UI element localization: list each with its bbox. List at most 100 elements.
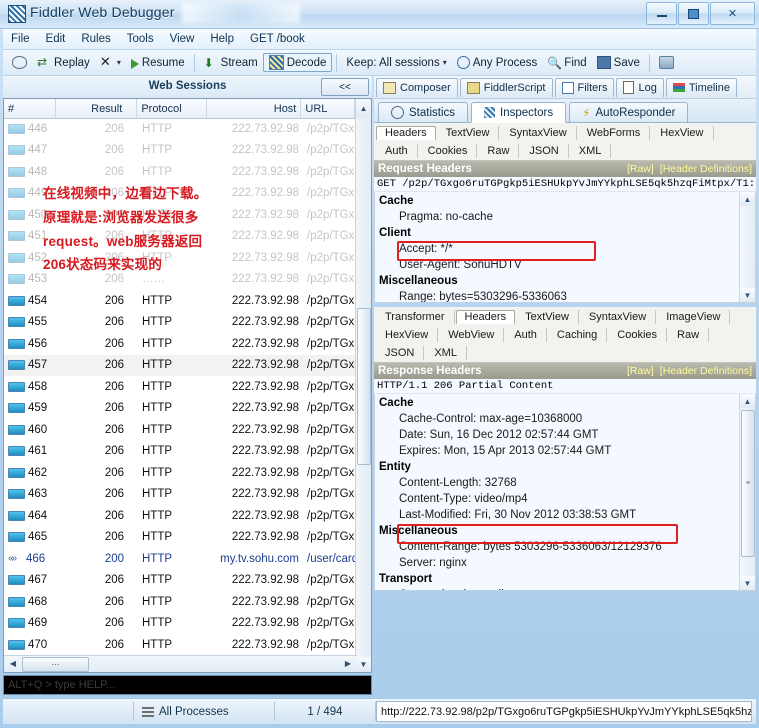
request-tab-xml[interactable]: XML <box>570 144 612 158</box>
response-header-item[interactable]: Server: nginx <box>375 555 755 571</box>
scroll-right-icon[interactable]: ▶ <box>341 657 355 670</box>
response-tab-caching[interactable]: Caching <box>548 328 607 342</box>
request-raw-link[interactable]: [Raw] <box>627 163 654 175</box>
response-scrollbar-thumb[interactable]: ≡ <box>741 410 755 557</box>
all-processes-cell[interactable]: All Processes <box>134 702 274 721</box>
sessions-horizontal-scrollbar[interactable]: ◀ ⋯ ▶ <box>4 655 357 672</box>
table-row[interactable]: 463206HTTP222.73.92.98/p2p/TGx <box>4 484 357 506</box>
collapse-button[interactable]: << <box>321 78 369 96</box>
response-header-item[interactable]: Connection: keep-alive <box>375 587 755 591</box>
menu-item-help[interactable]: Help <box>202 31 242 47</box>
tab-autoresponder[interactable]: ⚡ AutoResponder <box>569 102 688 122</box>
response-header-item[interactable]: Content-Length: 32768 <box>375 475 755 491</box>
column-header-url[interactable]: URL <box>301 99 355 118</box>
table-row[interactable]: 447206HTTP222.73.92.98/p2p/TGx <box>4 140 357 162</box>
response-tab-xml[interactable]: XML <box>425 346 467 360</box>
request-header-item[interactable]: User-Agent: SohuHDTV <box>375 257 755 273</box>
tab-statistics[interactable]: Statistics <box>378 102 468 122</box>
replay-button[interactable]: ⇄ Replay <box>32 55 95 71</box>
column-header-num[interactable]: # <box>4 99 56 118</box>
minimize-button[interactable] <box>646 2 677 25</box>
request-tab-hexview[interactable]: HexView <box>651 126 713 140</box>
hscrollbar-thumb[interactable]: ⋯ <box>22 657 89 672</box>
keep-sessions-dropdown[interactable]: Keep: All sessions ▾ <box>341 56 451 70</box>
save-button[interactable]: Save <box>592 55 645 70</box>
response-header-item[interactable]: Content-Range: bytes 5303296-5336063/121… <box>375 539 755 555</box>
maximize-button[interactable] <box>678 2 709 25</box>
menu-item-rules[interactable]: Rules <box>73 31 118 47</box>
table-row[interactable]: 455206HTTP222.73.92.98/p2p/TGx <box>4 312 357 334</box>
response-header-item[interactable]: Last-Modified: Fri, 30 Nov 2012 03:38:53… <box>375 507 755 523</box>
response-tab-cookies[interactable]: Cookies <box>608 328 667 342</box>
response-tab-transformer[interactable]: Transformer <box>376 310 455 324</box>
response-header-item[interactable]: Date: Sun, 16 Dec 2012 02:57:44 GMT <box>375 427 755 443</box>
stream-button[interactable]: ⬇ Stream <box>199 55 263 71</box>
table-row[interactable]: 458206HTTP222.73.92.98/p2p/TGx <box>4 376 357 398</box>
table-row[interactable]: 469206HTTP222.73.92.98/p2p/TGx <box>4 613 357 635</box>
request-tab-webforms[interactable]: WebForms <box>578 126 651 140</box>
resume-button[interactable]: Resume <box>126 56 190 70</box>
table-row[interactable]: 462206HTTP222.73.92.98/p2p/TGx <box>4 462 357 484</box>
table-row[interactable]: 459206HTTP222.73.92.98/p2p/TGx <box>4 398 357 420</box>
table-row[interactable]: «»466200HTTPmy.tv.sohu.com/user/card <box>4 548 357 570</box>
tab-timeline[interactable]: Timeline <box>666 78 737 97</box>
comment-button[interactable] <box>7 55 32 70</box>
menu-item-file[interactable]: File <box>3 31 38 47</box>
request-tab-raw[interactable]: Raw <box>478 144 519 158</box>
sessions-vertical-scrollbar[interactable]: ▼ <box>355 118 371 672</box>
column-header-host[interactable]: Host <box>207 99 301 118</box>
request-scroll-down-icon[interactable]: ▼ <box>740 288 755 302</box>
table-row[interactable]: 446206HTTP222.73.92.98/p2p/TGx <box>4 118 357 140</box>
table-row[interactable]: 468206HTTP222.73.92.98/p2p/TGx <box>4 591 357 613</box>
table-row[interactable]: 453206……222.73.92.98/p2p/TGx <box>4 269 357 291</box>
request-tab-json[interactable]: JSON <box>520 144 568 158</box>
response-tab-syntaxview[interactable]: SyntaxView <box>580 310 656 324</box>
request-header-item[interactable]: Accept: */* <box>375 241 755 257</box>
tab-inspectors[interactable]: Inspectors <box>471 102 566 123</box>
tab-composer[interactable]: Composer <box>376 78 458 97</box>
response-tab-raw[interactable]: Raw <box>668 328 709 342</box>
table-row[interactable]: 449206HTTP222.73.92.98/p2p/TGx <box>4 183 357 205</box>
request-tab-textview[interactable]: TextView <box>437 126 500 140</box>
response-scroll-up-icon[interactable]: ▲ <box>740 394 755 408</box>
table-row[interactable]: 448206HTTP222.73.92.98/p2p/TGx <box>4 161 357 183</box>
response-tab-imageview[interactable]: ImageView <box>657 310 730 324</box>
request-scrollbar[interactable]: ▲ ▼ <box>739 192 755 302</box>
column-header-protocol[interactable]: Protocol <box>137 99 207 118</box>
request-tab-syntaxview[interactable]: SyntaxView <box>500 126 576 140</box>
response-header-definitions-link[interactable]: [Header Definitions] <box>660 365 752 377</box>
response-tab-textview[interactable]: TextView <box>516 310 579 324</box>
remove-button[interactable]: ✕ ▾ <box>95 55 126 71</box>
any-process-button[interactable]: Any Process <box>452 55 543 70</box>
menu-item-tools[interactable]: Tools <box>119 31 162 47</box>
request-tab-cookies[interactable]: Cookies <box>419 144 478 158</box>
table-row[interactable]: 460206HTTP222.73.92.98/p2p/TGx <box>4 419 357 441</box>
response-header-item[interactable]: Content-Type: video/mp4 <box>375 491 755 507</box>
table-row[interactable]: 470206HTTP222.73.92.98/p2p/TGx <box>4 634 357 656</box>
response-header-item[interactable]: Cache-Control: max-age=10368000 <box>375 411 755 427</box>
response-tab-auth[interactable]: Auth <box>505 328 547 342</box>
response-tab-hexview[interactable]: HexView <box>376 328 438 342</box>
table-row[interactable]: 456206HTTP222.73.92.98/p2p/TGx <box>4 333 357 355</box>
scrollbar-thumb[interactable] <box>357 308 371 465</box>
menu-item-get-book[interactable]: GET /book <box>242 31 313 47</box>
tab-log[interactable]: Log <box>616 78 663 97</box>
find-button[interactable]: 🔍 Find <box>542 55 591 71</box>
menu-item-view[interactable]: View <box>162 31 203 47</box>
request-tab-headers[interactable]: Headers <box>376 126 436 140</box>
tab-fiddlerscript[interactable]: FiddlerScript <box>460 78 553 97</box>
response-tab-webview[interactable]: WebView <box>439 328 504 342</box>
request-header-item[interactable]: Pragma: no-cache <box>375 209 755 225</box>
response-raw-link[interactable]: [Raw] <box>627 365 654 377</box>
response-tab-headers[interactable]: Headers <box>456 310 516 324</box>
response-tab-json[interactable]: JSON <box>376 346 424 360</box>
close-button[interactable]: ✕ <box>710 2 755 25</box>
scroll-left-icon[interactable]: ◀ <box>6 657 20 670</box>
request-header-definitions-link[interactable]: [Header Definitions] <box>660 163 752 175</box>
table-row[interactable]: 452206HTTP222.73.92.98/p2p/TGx <box>4 247 357 269</box>
grid-scroll-up-icon[interactable]: ▲ <box>355 99 371 118</box>
table-row[interactable]: 464206HTTP222.73.92.98/p2p/TGx <box>4 505 357 527</box>
table-row[interactable]: 454206HTTP222.73.92.98/p2p/TGx <box>4 290 357 312</box>
decode-button[interactable]: Decode <box>263 53 333 72</box>
screenshot-button[interactable] <box>654 55 679 70</box>
